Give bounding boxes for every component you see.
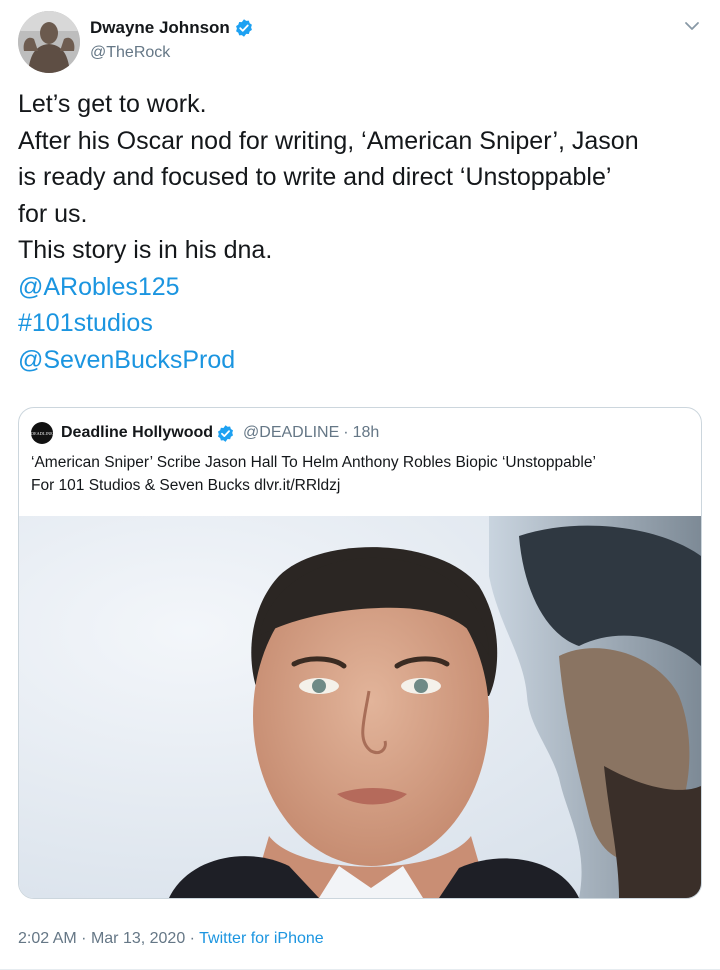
quoted-author-handle[interactable]: @DEADLINE xyxy=(243,424,339,442)
quoted-author-avatar-logo: DEADLINE xyxy=(31,430,53,436)
quoted-text-line: ‘American Sniper’ Scribe Jason Hall To H… xyxy=(31,454,596,471)
mention-link-sevenbucksprod[interactable]: @SevenBucksProd xyxy=(18,342,708,379)
author-avatar-image xyxy=(18,11,80,73)
quoted-tweet-card[interactable]: DEADLINE Deadline Hollywood @DEADLINE · … xyxy=(18,407,702,899)
quoted-tweet-photo[interactable] xyxy=(19,516,701,898)
tweet-text-line: for us. xyxy=(18,199,88,228)
tweet-text-line: Let’s get to work. xyxy=(18,90,207,118)
quoted-author-display-name[interactable]: Deadline Hollywood xyxy=(61,424,213,442)
tweet-text: Let’s get to work. After his Oscar nod f… xyxy=(18,86,708,378)
mention-link-arobles125[interactable]: @ARobles125 xyxy=(18,269,708,306)
verified-badge-icon xyxy=(235,19,252,37)
tweet-date[interactable]: Mar 13, 2020 xyxy=(91,930,185,947)
quoted-author-avatar[interactable]: DEADLINE xyxy=(31,422,53,444)
quoted-tweet-header: DEADLINE Deadline Hollywood @DEADLINE · … xyxy=(31,422,379,444)
quoted-tweet-text: ‘American Sniper’ Scribe Jason Hall To H… xyxy=(31,452,691,497)
tweet-meta: 2:02 AM · Mar 13, 2020 · Twitter for iPh… xyxy=(18,930,324,948)
tweet-text-line: is ready and focused to write and direct… xyxy=(18,163,612,191)
tweet-time[interactable]: 2:02 AM xyxy=(18,930,77,947)
verified-badge-icon xyxy=(217,424,234,442)
author-name-row: Dwayne Johnson xyxy=(90,18,254,38)
tweet-source-link[interactable]: Twitter for iPhone xyxy=(199,930,324,947)
quoted-separator: · xyxy=(343,424,349,441)
author-avatar[interactable] xyxy=(18,11,80,73)
tweet-text-line: This story is in his dna. xyxy=(18,236,273,264)
quoted-text-line: For 101 Studios & Seven Bucks dlvr.it/RR… xyxy=(31,476,341,494)
hashtag-link-101studios[interactable]: #101studios xyxy=(18,305,708,342)
tweet: Dwayne Johnson @TheRock Let’s get to wor… xyxy=(0,0,720,970)
chevron-down-icon[interactable] xyxy=(684,18,700,34)
tweet-text-line: After his Oscar nod for writing, ‘Americ… xyxy=(18,126,639,155)
meta-separator: · xyxy=(189,930,195,947)
meta-separator: · xyxy=(81,930,87,947)
author-display-name[interactable]: Dwayne Johnson xyxy=(90,18,230,38)
quoted-timestamp[interactable]: 18h xyxy=(353,424,380,442)
quoted-photo-image xyxy=(19,516,701,898)
author-handle[interactable]: @TheRock xyxy=(90,44,170,62)
